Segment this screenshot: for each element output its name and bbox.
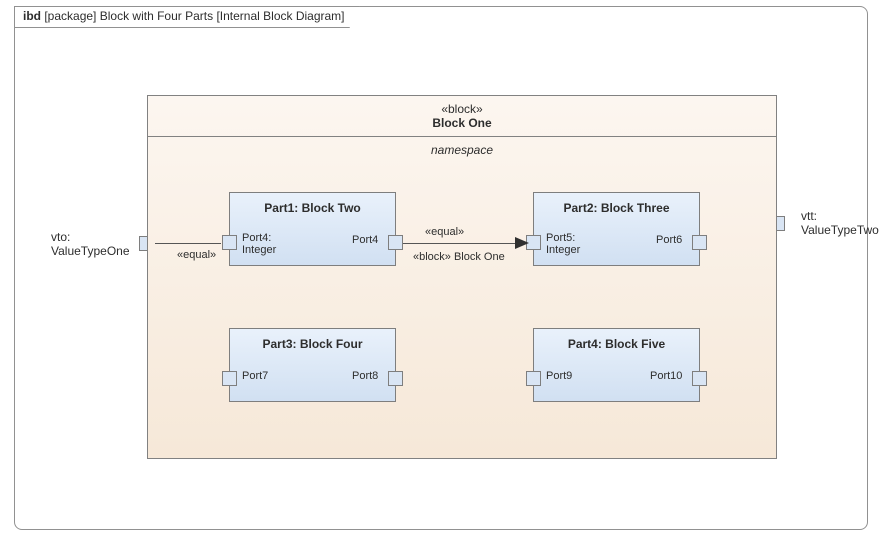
diagram-name: Block with Four Parts [100,9,213,23]
part1-port-right-label: Port4 [352,234,378,246]
ext-right-name: vtt: [801,209,817,223]
external-port-left-label: vto: ValueTypeOne [51,230,130,258]
block-one-stereotype: «block» [148,102,776,116]
diagram-kind: ibd [23,9,41,23]
diagram-type: [Internal Block Diagram] [216,9,344,23]
block-one-header: «block» Block One [148,96,776,137]
connector-part1-part2-label: «equal» [425,226,464,238]
part2-port-left-label: Port5: Integer [546,232,580,256]
part4-port-left[interactable] [526,371,541,386]
part1-port-right[interactable] [388,235,403,250]
diagram-frame-header: ibd [package] Block with Four Parts [Int… [14,6,360,28]
part3-title: Part3: Block Four [230,329,395,351]
part1[interactable]: Part1: Block Two Port4: Integer Port4 [229,192,396,266]
block-one-title: Block One [148,116,776,130]
part4-port-right[interactable] [692,371,707,386]
part4[interactable]: Part4: Block Five Port9 Port10 [533,328,700,402]
connector-part1-part2-sublabel: «block» Block One [413,251,505,263]
ext-left-name: vto: [51,230,70,244]
connector-part1-part2[interactable] [403,243,517,244]
part3-port-right-label: Port8 [352,370,378,382]
diagram-frame: ibd [package] Block with Four Parts [Int… [14,6,868,530]
external-port-right-label: vtt: ValueTypeTwo [801,209,879,237]
part3-port-left-label: Port7 [242,370,268,382]
part2-title: Part2: Block Three [534,193,699,215]
block-one-namespace: namespace [148,137,776,157]
part3[interactable]: Part3: Block Four Port7 Port8 [229,328,396,402]
part3-port-left[interactable] [222,371,237,386]
diagram-package: [package] [44,9,96,23]
ext-right-type: ValueTypeTwo [801,223,879,237]
part4-port-left-label: Port9 [546,370,572,382]
part3-port-right[interactable] [388,371,403,386]
connector-vto-part1-label: «equal» [177,249,216,261]
connector-vto-part1[interactable] [155,243,221,244]
connector-part1-part2-arrow [515,237,529,249]
part1-port-left[interactable] [222,235,237,250]
block-one[interactable]: «block» Block One namespace Part1: Block… [147,95,777,459]
part2-port-right[interactable] [692,235,707,250]
part1-title: Part1: Block Two [230,193,395,215]
ext-left-type: ValueTypeOne [51,244,130,258]
part2-port-right-label: Port6 [656,234,682,246]
part1-port-left-label: Port4: Integer [242,232,276,256]
part4-port-right-label: Port10 [650,370,682,382]
part2[interactable]: Part2: Block Three Port5: Integer Port6 [533,192,700,266]
part4-title: Part4: Block Five [534,329,699,351]
